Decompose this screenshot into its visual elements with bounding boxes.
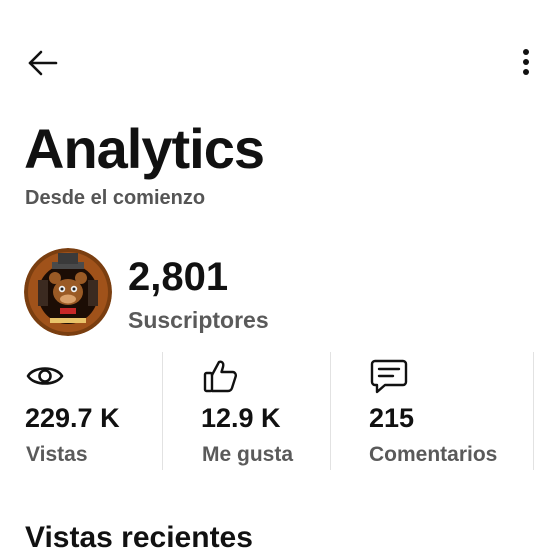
subscribers-count: 2,801 — [128, 255, 229, 299]
stat-divider — [533, 352, 534, 470]
stat-label: Me gusta — [202, 443, 294, 466]
stat-label: Comentarios — [369, 443, 498, 466]
comment-icon — [370, 359, 408, 394]
subscribers-label: Suscriptores — [128, 307, 269, 333]
stat-value: 215 — [369, 403, 415, 433]
stat-label: Vistas — [26, 443, 88, 466]
back-button[interactable] — [22, 42, 64, 84]
stat-comments[interactable]: 215 Comentarios — [369, 352, 529, 472]
eye-icon — [26, 367, 64, 385]
arrow-left-icon — [28, 50, 58, 76]
channel-avatar-icon — [24, 248, 112, 336]
channel-avatar[interactable] — [24, 248, 112, 336]
stat-likes[interactable]: 12.9 K Me gusta — [201, 352, 329, 472]
more-options-button[interactable] — [506, 42, 546, 84]
stat-views[interactable]: 229.7 K Vistas — [25, 352, 160, 472]
stat-divider — [162, 352, 163, 470]
top-app-bar — [0, 0, 560, 120]
stats-row: 229.7 K Vistas 12.9 K Me gusta 215 Comen… — [0, 352, 560, 472]
stat-value: 12.9 K — [201, 403, 281, 433]
stat-divider — [330, 352, 331, 470]
recent-views-title: Vistas recientes — [25, 521, 253, 554]
thumbs-up-icon — [203, 360, 238, 393]
page-title: Analytics — [24, 117, 265, 180]
more-vertical-icon — [523, 49, 529, 75]
page-subtitle: Desde el comienzo — [25, 187, 206, 209]
channel-summary: 2,801 Suscriptores — [24, 248, 524, 338]
stat-value: 229.7 K — [25, 403, 120, 433]
